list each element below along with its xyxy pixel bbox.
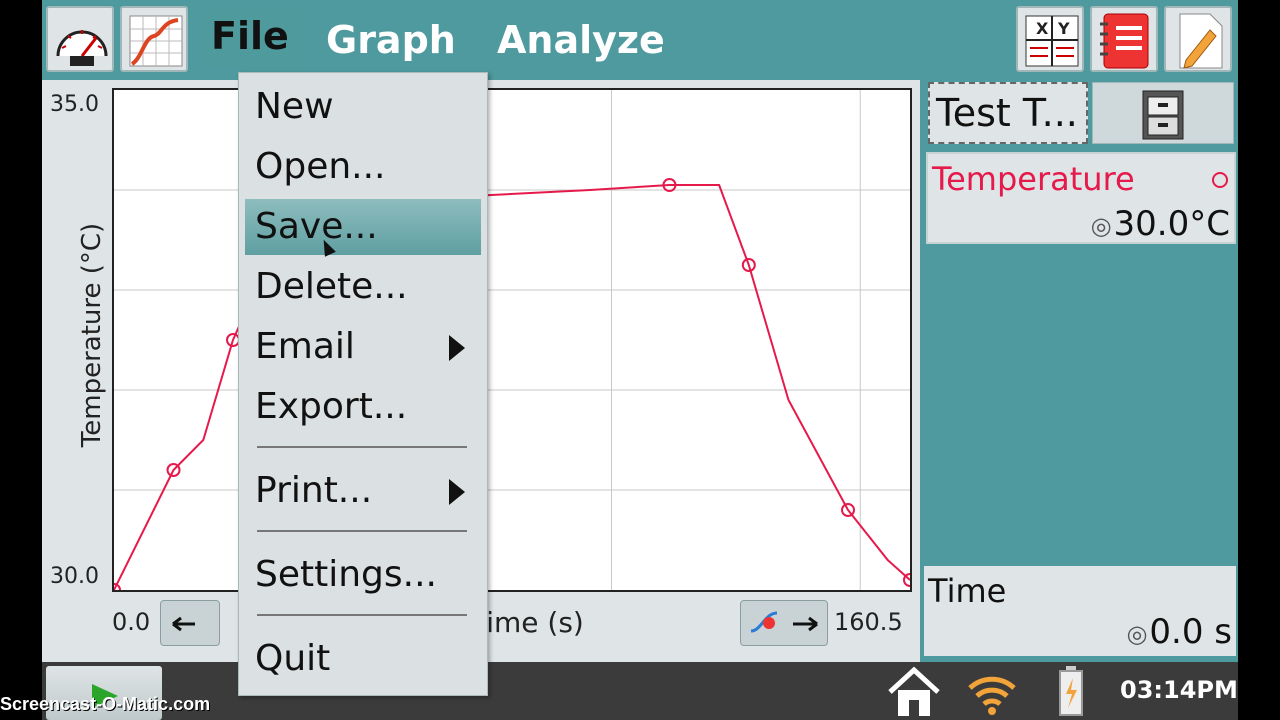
menu-item-email[interactable]: Email [239, 319, 487, 375]
x-max-label[interactable]: 160.5 [834, 608, 903, 636]
temperature-meter[interactable]: Temperature ◎30.0°C [926, 152, 1236, 244]
home-icon[interactable] [884, 664, 944, 718]
app-window: File Graph Analyze X Y 35.0 30.0 Tempera… [42, 0, 1238, 720]
menu-separator [257, 530, 467, 532]
submenu-arrow-icon [449, 479, 465, 505]
meter-icon[interactable] [46, 6, 114, 72]
graph-icon[interactable] [120, 6, 188, 72]
file-cabinet-button[interactable] [1092, 82, 1234, 144]
zero-icon: ◎ [1090, 211, 1112, 240]
right-top-bar: Test T... [926, 80, 1238, 146]
scroll-left-button[interactable] [160, 600, 220, 646]
menu-file[interactable]: File [199, 10, 311, 68]
wifi-icon[interactable] [962, 666, 1022, 716]
menu-item-new[interactable]: New [239, 79, 487, 135]
series-marker-icon [1212, 172, 1228, 188]
table-icon[interactable]: X Y [1016, 6, 1084, 72]
temperature-chart[interactable] [107, 90, 917, 597]
menu-item-print[interactable]: Print... [239, 463, 487, 519]
clock: 03:14PM [1120, 676, 1238, 704]
x-min-label[interactable]: 0.0 [112, 608, 150, 636]
submenu-arrow-icon [449, 335, 465, 361]
menu-item-quit[interactable]: Quit [239, 631, 487, 687]
svg-text:Y: Y [1057, 19, 1070, 38]
time-value: ◎0.0 s [1126, 612, 1232, 652]
notes-icon[interactable] [1090, 6, 1158, 72]
svg-text:X: X [1036, 19, 1049, 38]
file-cabinet-icon [1142, 90, 1184, 140]
time-meter[interactable]: Time ◎0.0 s [924, 566, 1236, 656]
menu-item-open[interactable]: Open... [239, 139, 487, 195]
menu-item-export[interactable]: Export... [239, 379, 487, 435]
sensor-reading: 30.0°C [1113, 204, 1230, 244]
series-line-temperature [113, 184, 911, 591]
file-menu-dropdown: New Open... Save... Delete... Email Expo… [238, 72, 488, 696]
menu-graph[interactable]: Graph [326, 14, 456, 66]
plot-area[interactable] [107, 88, 917, 597]
menu-item-settings[interactable]: Settings... [239, 547, 487, 603]
y-max-label[interactable]: 35.0 [50, 92, 99, 117]
menu-separator [257, 446, 467, 448]
menu-item-delete[interactable]: Delete... [239, 259, 487, 315]
menu-item-print-label: Print... [255, 470, 373, 511]
menu-item-save[interactable]: Save... [245, 199, 481, 255]
watermark: Screencast-O-Matic.com [0, 694, 211, 714]
top-toolbar: File Graph Analyze X Y [42, 0, 1238, 76]
menu-item-email-label: Email [255, 326, 355, 367]
zero-icon: ◎ [1126, 619, 1148, 648]
edit-icon[interactable] [1164, 6, 1232, 72]
time-reading: 0.0 s [1149, 612, 1232, 652]
time-name: Time [928, 572, 1007, 610]
y-min-label[interactable]: 30.0 [50, 564, 99, 589]
sensor-name: Temperature [932, 160, 1135, 198]
data-markers [107, 178, 917, 597]
y-axis-label[interactable]: Temperature (°C) [77, 215, 107, 455]
menu-separator [257, 614, 467, 616]
experiment-name-button[interactable]: Test T... [928, 82, 1088, 144]
sensor-value: ◎30.0°C [1091, 204, 1230, 244]
autoscale-right-button[interactable] [740, 600, 828, 646]
menu-analyze[interactable]: Analyze [497, 14, 665, 66]
bottom-bar: 03:14PM [42, 662, 1238, 720]
battery-icon[interactable] [1056, 664, 1086, 718]
